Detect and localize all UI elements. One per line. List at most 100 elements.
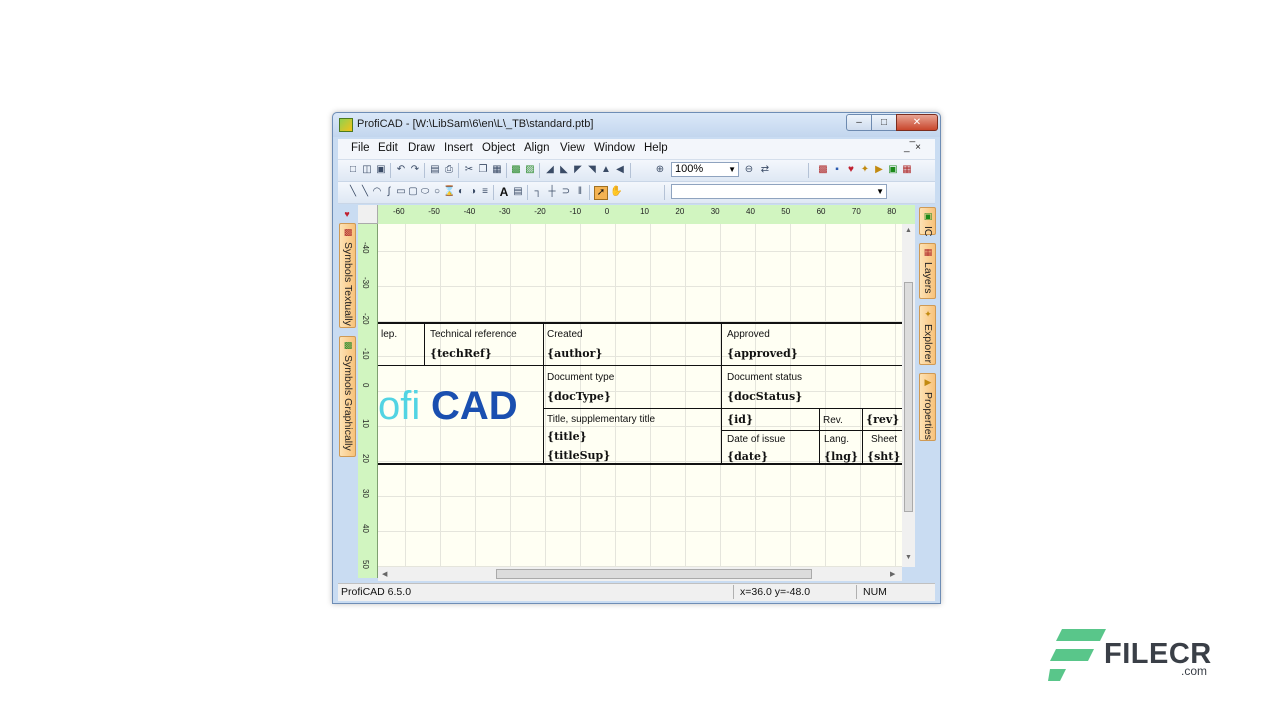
menu-window[interactable]: Window <box>594 142 635 154</box>
redo-icon[interactable]: ↷ <box>409 164 421 176</box>
tab-explorer[interactable]: ✦ Explorer <box>919 305 936 365</box>
menu-view[interactable]: View <box>560 142 585 154</box>
circle-icon[interactable]: ○ <box>431 186 443 198</box>
scroll-right-icon[interactable]: ▶ <box>890 570 895 578</box>
tab-symbols-textually[interactable]: ▩ Symbols Textually <box>339 223 356 328</box>
tab-layers[interactable]: ▦ Layers <box>919 243 936 299</box>
tab-symbols-textually-label: Symbols Textually <box>342 242 354 326</box>
ruler-left-tick: 10 <box>361 418 370 428</box>
menu-edit[interactable]: Edit <box>378 142 398 154</box>
horizontal-scrollbar[interactable]: ◀ ▶ <box>378 567 902 581</box>
doc-type-label: Document type <box>547 372 615 383</box>
tab-ic[interactable]: ▣ IC <box>919 207 936 237</box>
cut-icon[interactable]: ✂ <box>463 164 475 176</box>
ruler-top-tick: 30 <box>710 207 720 216</box>
magic-icon[interactable]: ✦ <box>859 164 871 176</box>
menu-help[interactable]: Help <box>644 142 668 154</box>
pie-icon[interactable]: ◐ <box>455 186 467 198</box>
menu-align[interactable]: Align <box>524 142 550 154</box>
ruler-top-tick: 60 <box>816 207 826 216</box>
logo-text-bold: CAD <box>431 384 518 428</box>
tab-symbols-graphically-label: Symbols Graphically <box>342 355 354 451</box>
close-button[interactable]: ✕ <box>896 114 938 131</box>
image-icon[interactable]: ▨ <box>524 164 536 176</box>
tab-properties[interactable]: ▶ Properties <box>919 373 936 441</box>
arc-icon[interactable]: ◠ <box>371 186 383 198</box>
paste-icon[interactable]: ▦ <box>491 164 503 176</box>
zoom-in-icon[interactable]: ⊕ <box>654 164 666 176</box>
menu-draw[interactable]: Draw <box>408 142 435 154</box>
export-icon[interactable]: ▶ <box>873 164 885 176</box>
new-file-icon[interactable]: □ <box>347 164 359 176</box>
favorites-tab[interactable]: ♥ <box>339 206 356 220</box>
align-left-icon[interactable]: ◢ <box>544 164 556 176</box>
rounded-rect-icon[interactable]: ▢ <box>407 186 419 198</box>
horizontal-scroll-thumb[interactable] <box>496 569 812 579</box>
layer-combo[interactable]: ▼ <box>671 184 887 199</box>
junction-icon[interactable]: ┼ <box>546 186 558 198</box>
bus-icon[interactable]: ‖ <box>574 186 586 198</box>
swap-icon[interactable]: ⇄ <box>759 164 771 176</box>
select-arrow-icon[interactable]: ➚ <box>594 186 608 200</box>
rectangle-icon[interactable]: ▭ <box>395 186 407 198</box>
ruler-left-tick: -30 <box>361 277 370 289</box>
zoom-select[interactable]: 100% ▼ <box>671 162 739 177</box>
zoom-out-icon[interactable]: ⊖ <box>743 164 755 176</box>
scroll-down-icon[interactable]: ▼ <box>905 554 912 561</box>
network-icon[interactable]: ▪ <box>831 164 843 176</box>
text-icon[interactable]: A <box>498 186 510 198</box>
align-top-icon[interactable]: ◣ <box>558 164 570 176</box>
status-bar: ProfiCAD 6.5.0 x=36.0 y=-48.0 NUM <box>338 583 935 601</box>
hatch-icon[interactable]: ≡ <box>479 186 491 198</box>
menu-insert[interactable]: Insert <box>444 142 473 154</box>
tools-icon[interactable]: ▦ <box>901 164 913 176</box>
vertical-scroll-thumb[interactable] <box>904 282 913 512</box>
ruler-left-tick: -10 <box>361 347 370 360</box>
maximize-button[interactable]: □ <box>871 114 897 131</box>
rotate-icon[interactable]: ◀ <box>614 164 626 176</box>
save-icon[interactable]: ▣ <box>375 164 387 176</box>
connector-icon[interactable]: ⊃ <box>560 186 572 198</box>
align-bottom-icon[interactable]: ◥ <box>586 164 598 176</box>
wire-icon[interactable]: ┐ <box>532 186 544 198</box>
bezier-icon[interactable]: ∫ <box>383 186 395 198</box>
heart-icon[interactable]: ♥ <box>845 164 857 176</box>
menu-object[interactable]: Object <box>482 142 515 154</box>
hourglass-icon[interactable]: ⌛ <box>443 186 455 198</box>
align-right-icon[interactable]: ◤ <box>572 164 584 176</box>
mdi-controls[interactable]: _ ̅ × <box>904 142 921 153</box>
net-icon[interactable]: ▩ <box>817 164 829 176</box>
ruler-top-tick: -10 <box>569 207 582 216</box>
library-icon[interactable]: ▣ <box>887 164 899 176</box>
minimize-button[interactable]: – <box>846 114 872 131</box>
undo-icon[interactable]: ↶ <box>395 164 407 176</box>
print-icon[interactable]: ⎙ <box>443 164 455 176</box>
ruler-top-tick: 10 <box>640 207 649 216</box>
ellipse-icon[interactable]: ⬭ <box>419 186 431 198</box>
title-field: {title} <box>547 430 587 443</box>
scroll-up-icon[interactable]: ▲ <box>905 227 912 234</box>
drawing-canvas[interactable]: lep. Technical reference {techRef} Creat… <box>378 224 902 567</box>
print-preview-icon[interactable]: ▤ <box>429 164 441 176</box>
vertical-scrollbar[interactable]: ▲ ▼ <box>902 224 915 567</box>
zoom-dropdown-icon[interactable]: ▼ <box>728 163 736 176</box>
properties-icon: ▶ <box>924 377 932 387</box>
tech-ref-field: {techRef} <box>430 347 492 360</box>
layer-dropdown-icon[interactable]: ▼ <box>876 185 884 198</box>
flip-icon[interactable]: ▲ <box>600 164 612 176</box>
menu-file[interactable]: File <box>351 142 370 154</box>
text-box-icon[interactable]: ▤ <box>512 186 524 198</box>
polyline-icon[interactable]: ╲ <box>359 186 371 198</box>
tab-symbols-graphically[interactable]: ▩ Symbols Graphically <box>339 336 356 457</box>
ruler-left-tick: 40 <box>361 524 370 534</box>
grid-icon[interactable]: ▩ <box>510 164 522 176</box>
title-bar[interactable]: ProfiCAD - [W:\LibSam\6\en\L\_TB\standar… <box>333 113 940 137</box>
filecr-logo-icon <box>1048 629 1106 681</box>
layers-icon: ▦ <box>923 247 933 257</box>
copy-icon[interactable]: ❐ <box>477 164 489 176</box>
scroll-left-icon[interactable]: ◀ <box>382 570 387 578</box>
open-folder-icon[interactable]: ◫ <box>361 164 373 176</box>
line-icon[interactable]: ╲ <box>347 186 359 198</box>
chord-icon[interactable]: ◑ <box>467 186 479 198</box>
pan-hand-icon[interactable]: ✋ <box>610 186 622 198</box>
